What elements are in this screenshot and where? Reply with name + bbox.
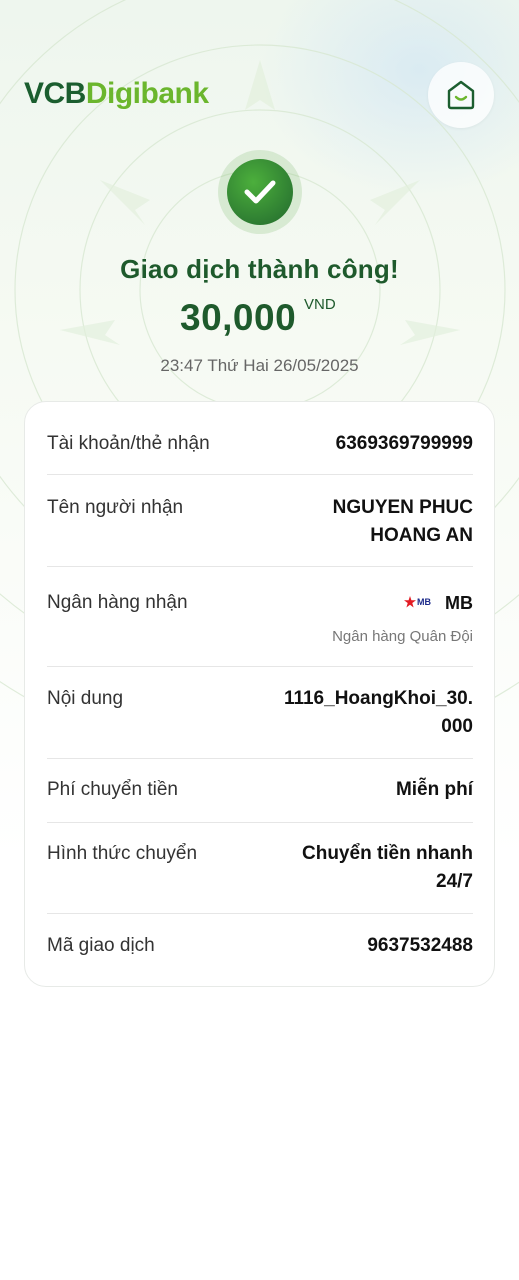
divider [47, 566, 473, 567]
detail-row-fee: Phí chuyển tiền Miễn phí [47, 776, 473, 806]
detail-row-bank: Ngân hàng nhận MB MB Ngân hàng Quân Đội [47, 589, 473, 651]
mb-bank-logo: MB [404, 596, 431, 608]
detail-row-transaction-id: Mã giao dịch 9637532488 [47, 932, 473, 962]
logo-vcb: VCB [24, 77, 86, 110]
mb-star-icon [404, 596, 416, 608]
method-line1: Chuyển tiền nhanh [302, 843, 473, 864]
bank-label: Ngân hàng nhận [47, 592, 188, 613]
divider [47, 758, 473, 759]
amount-value: 30,000 [180, 297, 297, 338]
detail-row-account: Tài khoản/thẻ nhận 6369369799999 [47, 430, 473, 460]
amount-row: 30,000 VND [0, 296, 519, 340]
currency-label: VND [304, 296, 336, 313]
success-badge [218, 150, 302, 234]
transaction-id-value: 9637532488 [367, 935, 473, 956]
check-icon [244, 180, 276, 204]
logo-digibank: Digibank [85, 77, 209, 110]
transaction-details-card: Tài khoản/thẻ nhận 6369369799999 Tên ngư… [24, 401, 495, 987]
fee-label: Phí chuyển tiền [47, 779, 178, 800]
home-icon [447, 80, 475, 110]
fee-value: Miễn phí [395, 779, 473, 800]
divider [47, 474, 473, 475]
bank-short-name: MB [445, 593, 473, 613]
account-label: Tài khoản/thẻ nhận [47, 433, 210, 454]
method-line2: 24/7 [436, 871, 473, 892]
recipient-name-line2: HOANG AN [370, 525, 473, 546]
divider [47, 822, 473, 823]
home-button[interactable] [428, 62, 494, 128]
recipient-name-line1: NGUYEN PHUC [332, 497, 473, 518]
detail-row-recipient: Tên người nhận NGUYEN PHUC HOANG AN [47, 494, 473, 550]
detail-row-method: Hình thức chuyển Chuyển tiền nhanh 24/7 [47, 840, 473, 896]
app-header: VCBDigibank [0, 60, 519, 130]
content-label: Nội dung [47, 688, 124, 709]
method-label: Hình thức chuyển [47, 843, 198, 864]
transaction-datetime: 23:47 Thứ Hai 26/05/2025 [160, 356, 359, 375]
account-value: 6369369799999 [335, 433, 473, 454]
status-title: Giao dịch thành công! [120, 254, 399, 284]
detail-row-content: Nội dung 1116_HoangKhoi_30. 000 [47, 685, 473, 741]
content-line1: 1116_HoangKhoi_30. [283, 688, 473, 709]
recipient-label: Tên người nhận [47, 497, 184, 518]
bank-full-name: Ngân hàng Quân Đội [332, 628, 473, 645]
transaction-id-label: Mã giao dịch [47, 935, 155, 956]
content-line2: 000 [441, 716, 473, 737]
divider [47, 913, 473, 914]
vcb-digibank-logo: VCBDigibank [24, 76, 209, 112]
divider [47, 666, 473, 667]
